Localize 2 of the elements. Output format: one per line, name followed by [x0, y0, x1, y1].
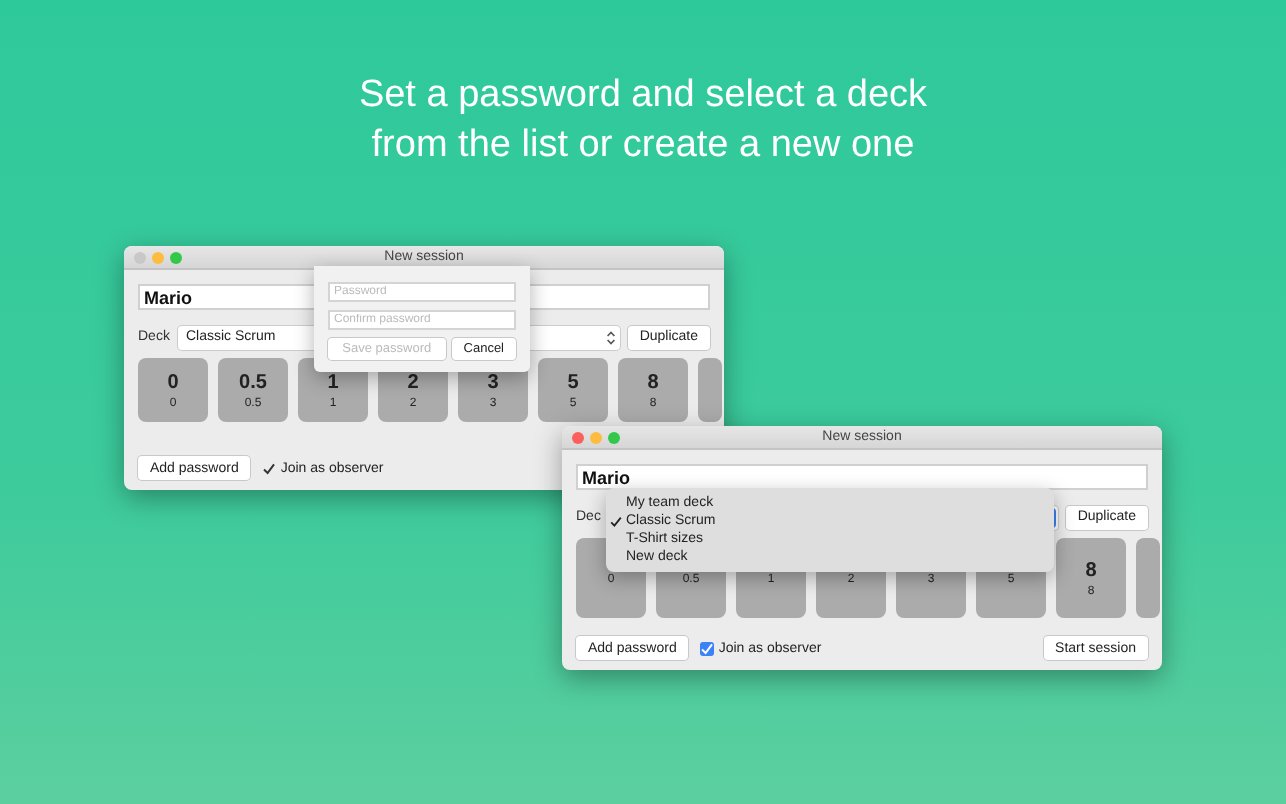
headline: from the list or create a new one	[371, 122, 915, 170]
headline: Set a password and select a deck	[358, 72, 928, 120]
